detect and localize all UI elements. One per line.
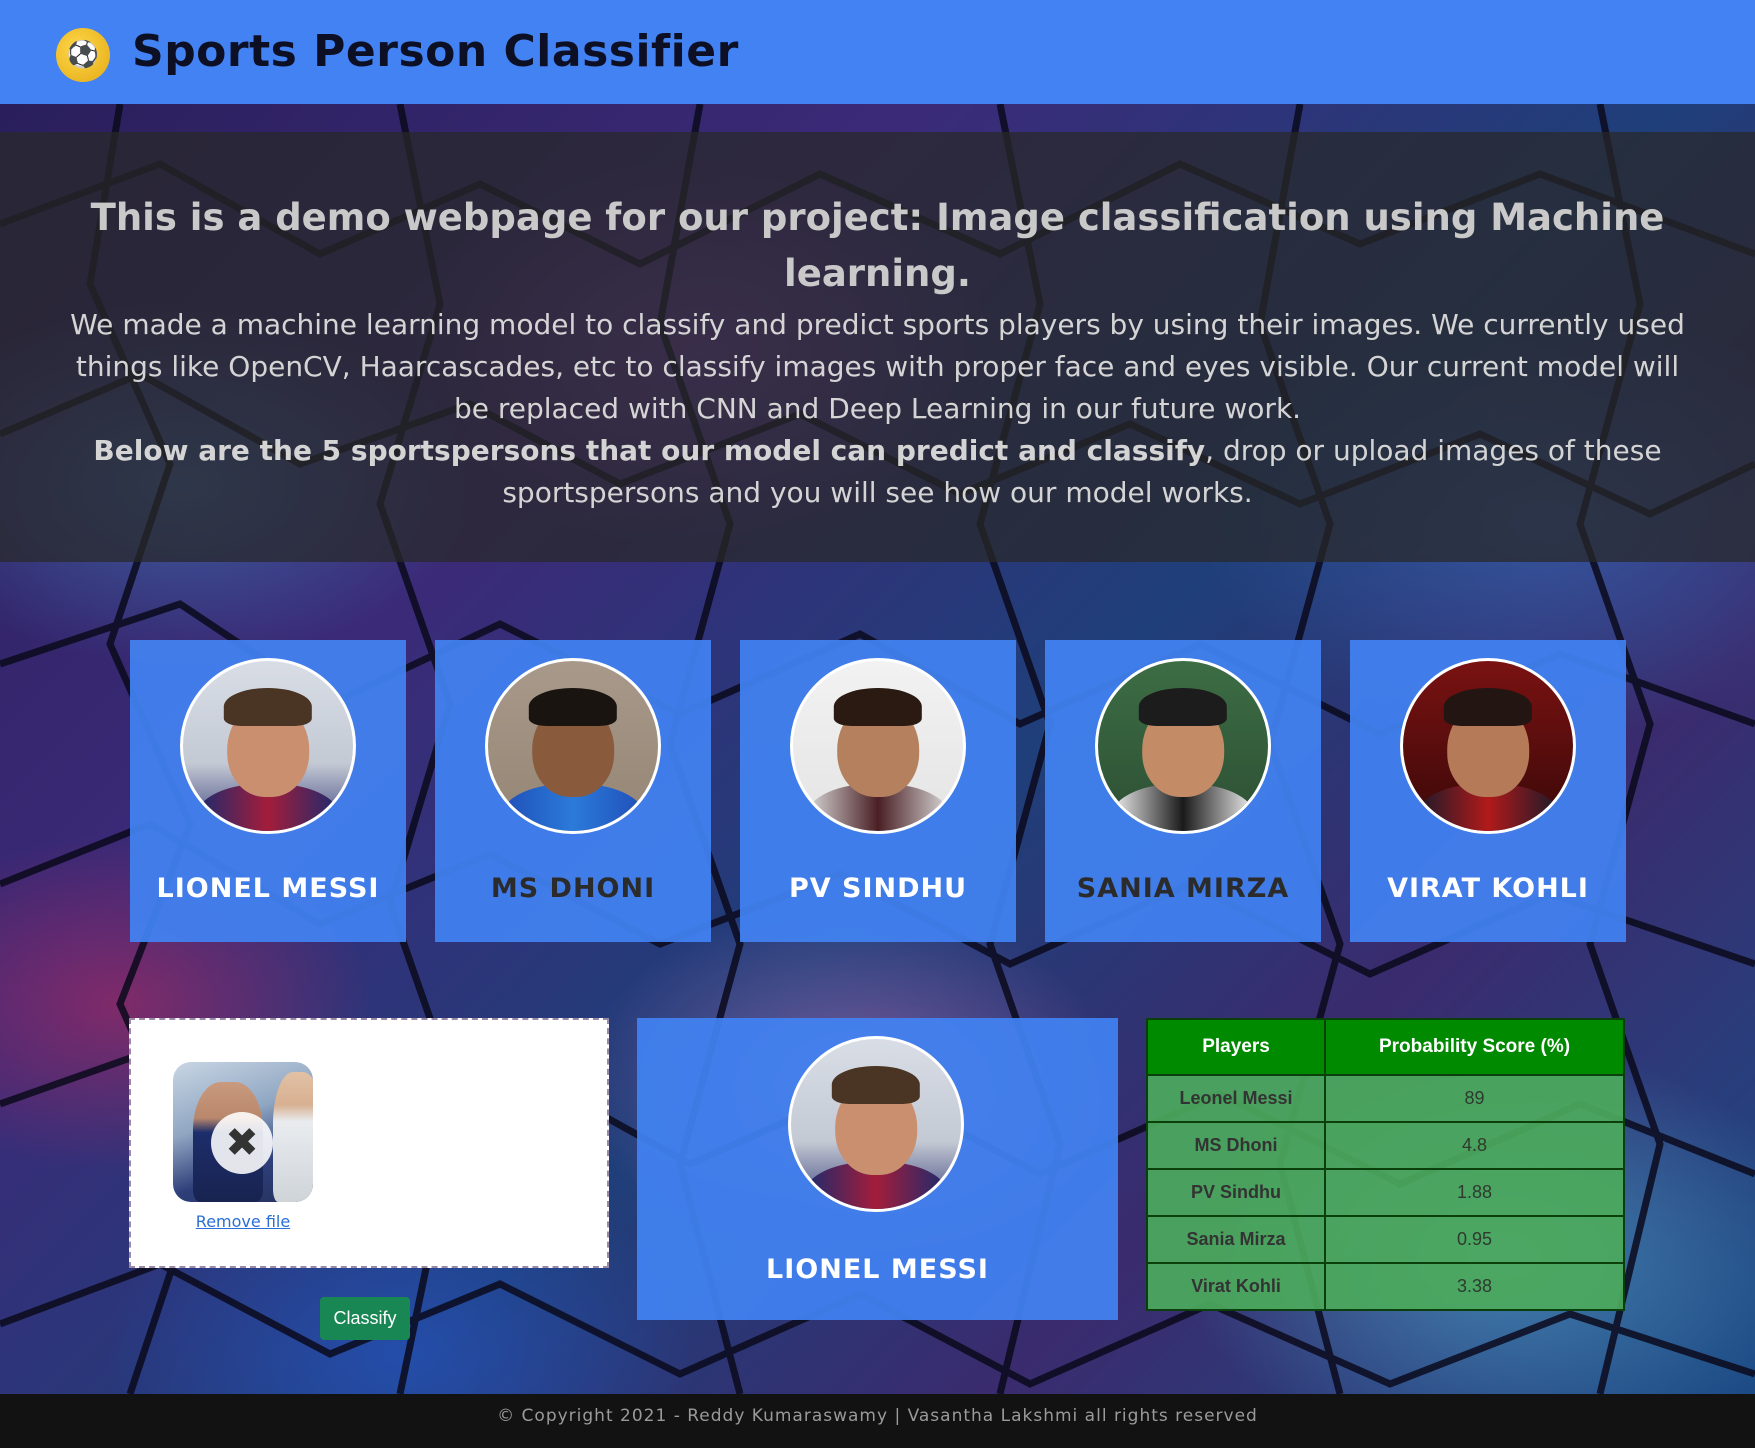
uploaded-image-thumbnail: ✖	[173, 1062, 313, 1202]
score-cell: 1.88	[1324, 1168, 1625, 1217]
player-avatar	[790, 658, 966, 834]
result-player-name: LIONEL MESSI	[766, 1254, 989, 1285]
app-title: Sports Person Classifier	[132, 26, 739, 77]
score-cell: 0.95	[1324, 1215, 1625, 1264]
player-cell: PV Sindhu	[1145, 1168, 1327, 1217]
athlete-logo-icon: ⚽	[56, 28, 110, 82]
column-header-players: Players	[1145, 1018, 1327, 1076]
table-row: MS Dhoni 4.8	[1145, 1121, 1625, 1170]
classify-button[interactable]: Classify	[320, 1297, 410, 1340]
score-cell: 4.8	[1324, 1121, 1625, 1170]
table-header-row: Players Probability Score (%)	[1145, 1018, 1625, 1076]
intro-section: This is a demo webpage for our project: …	[0, 132, 1755, 562]
intro-heading: This is a demo webpage for our project: …	[90, 196, 1665, 295]
player-avatar	[485, 658, 661, 834]
table-row: Virat Kohli 3.38	[1145, 1262, 1625, 1311]
probability-table: Players Probability Score (%) Leonel Mes…	[1145, 1018, 1625, 1311]
score-cell: 89	[1324, 1074, 1625, 1123]
player-cell: Virat Kohli	[1145, 1262, 1327, 1311]
intro-bold-lead: Below are the 5 sportspersons that our m…	[93, 434, 1206, 467]
player-avatar	[1400, 658, 1576, 834]
table-row: Leonel Messi 89	[1145, 1074, 1625, 1123]
player-avatar	[180, 658, 356, 834]
table-row: PV Sindhu 1.88	[1145, 1168, 1625, 1217]
app-header: ⚽ Sports Person Classifier	[0, 0, 1755, 104]
page-footer: © Copyright 2021 - Reddy Kumaraswamy | V…	[0, 1394, 1755, 1448]
player-cell: MS Dhoni	[1145, 1121, 1327, 1170]
player-name: VIRAT KOHLI	[1387, 873, 1589, 904]
intro-text: We made a machine learning model to clas…	[50, 304, 1705, 514]
score-cell: 3.38	[1324, 1262, 1625, 1311]
remove-file-link[interactable]: Remove file	[173, 1212, 313, 1231]
column-header-score: Probability Score (%)	[1324, 1018, 1625, 1076]
player-name: LIONEL MESSI	[156, 873, 380, 904]
result-card: LIONEL MESSI	[637, 1018, 1118, 1320]
remove-file-icon[interactable]: ✖	[211, 1112, 273, 1174]
player-cell: Leonel Messi	[1145, 1074, 1327, 1123]
copyright-text: © Copyright 2021 - Reddy Kumaraswamy | V…	[497, 1406, 1258, 1426]
thumbnail-opponent-figure	[273, 1072, 313, 1202]
player-card-ms-dhoni[interactable]: MS DHONI	[435, 640, 711, 942]
player-card-virat-kohli[interactable]: VIRAT KOHLI	[1350, 640, 1626, 942]
player-avatar	[1095, 658, 1271, 834]
player-card-sania-mirza[interactable]: SANIA MIRZA	[1045, 640, 1321, 942]
intro-paragraph: We made a machine learning model to clas…	[70, 308, 1685, 425]
player-card-pv-sindhu[interactable]: PV SINDHU	[740, 640, 1016, 942]
image-dropzone[interactable]: ✖ Remove file	[129, 1018, 609, 1268]
player-name: SANIA MIRZA	[1076, 873, 1290, 904]
player-name: MS DHONI	[490, 873, 656, 904]
result-avatar	[788, 1036, 964, 1212]
player-card-lionel-messi[interactable]: LIONEL MESSI	[130, 640, 406, 942]
table-row: Sania Mirza 0.95	[1145, 1215, 1625, 1264]
player-name: PV SINDHU	[788, 873, 968, 904]
player-cell: Sania Mirza	[1145, 1215, 1327, 1264]
